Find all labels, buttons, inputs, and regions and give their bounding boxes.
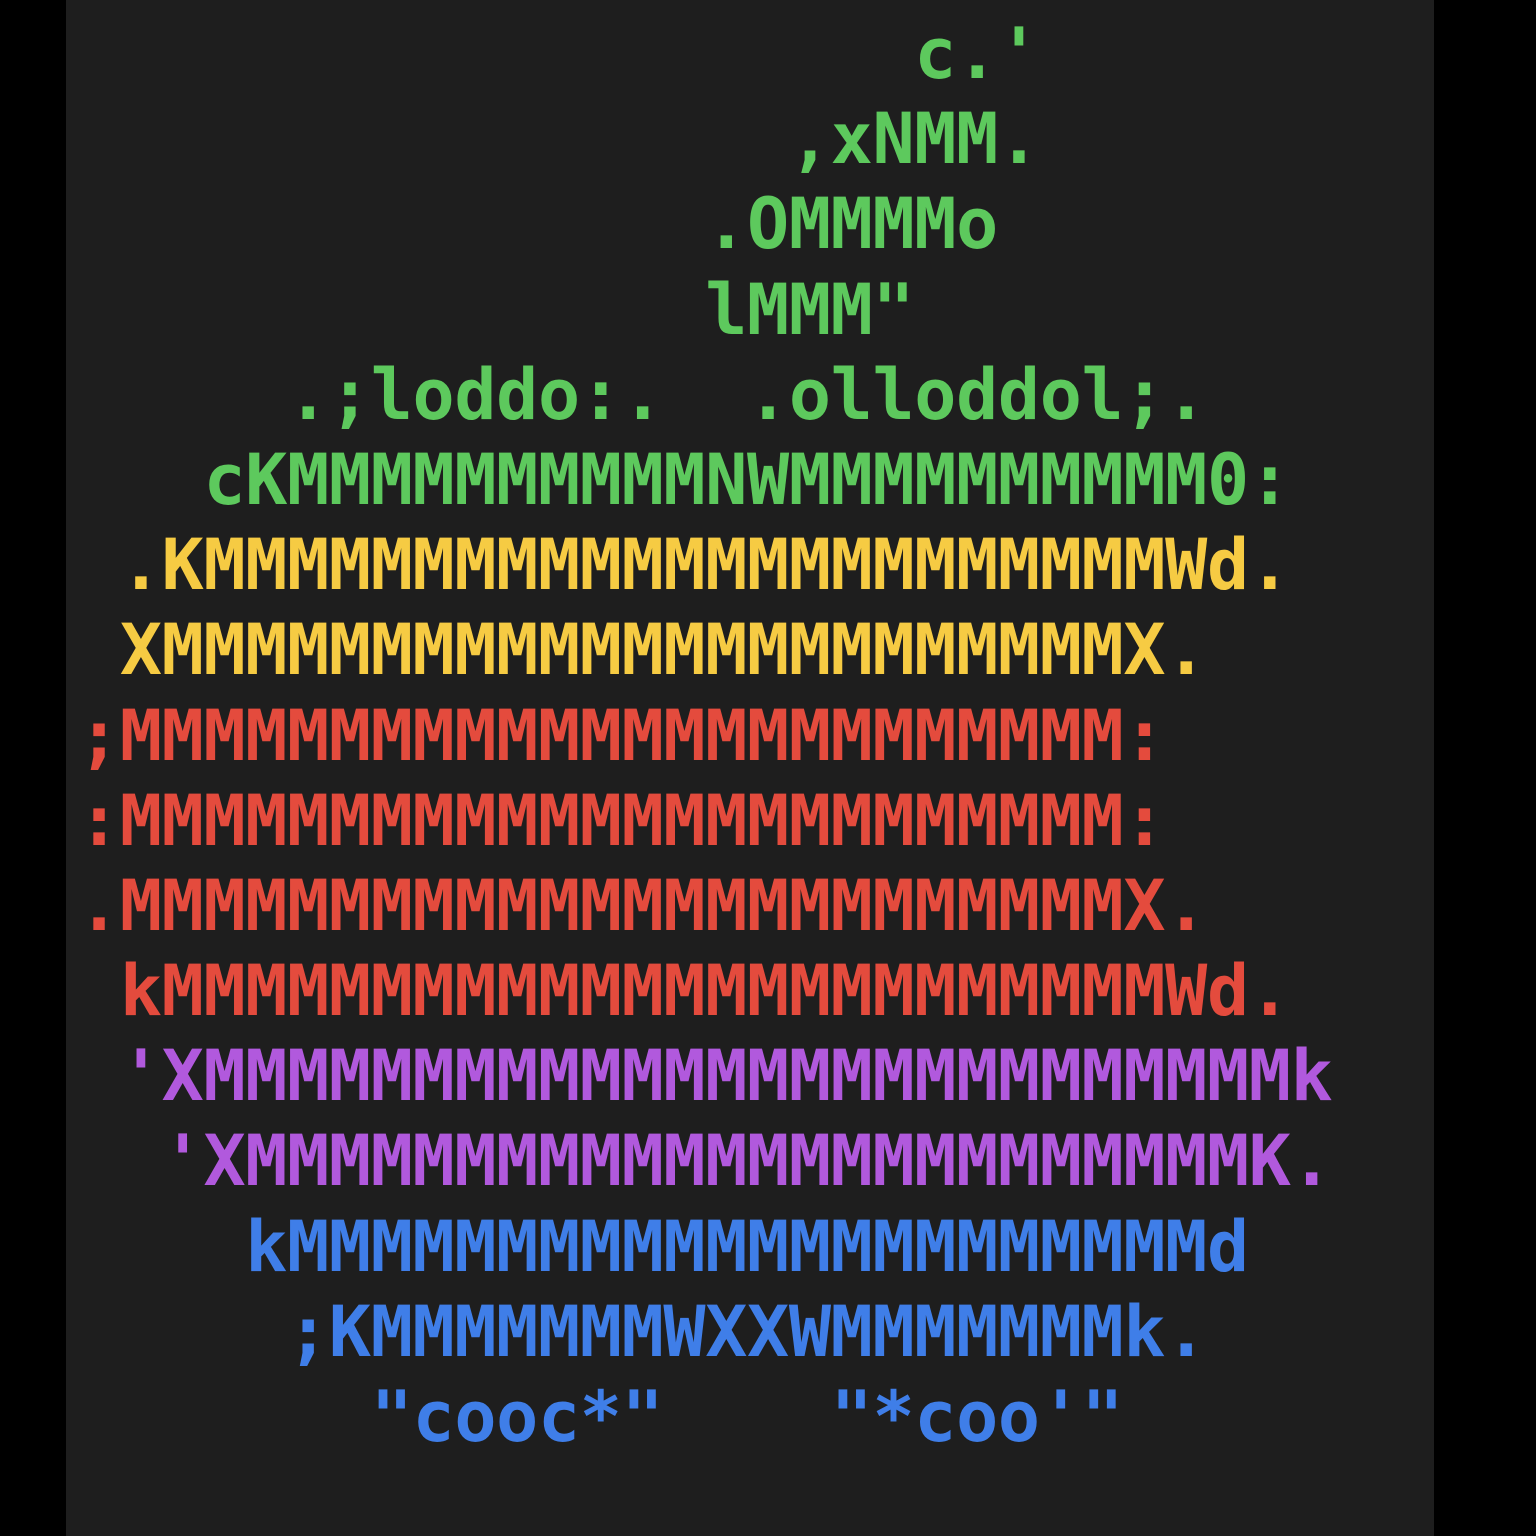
- ascii-line: XMMMMMMMMMMMMMMMMMMMMMMMX.: [78, 609, 1207, 692]
- terminal-window: c.' ,xNMM. .OMMMMo lMMM" .;loddo:. .ollo…: [66, 0, 1434, 1536]
- ascii-line: .KMMMMMMMMMMMMMMMMMMMMMMMWd.: [78, 524, 1291, 607]
- ascii-line: cKMMMMMMMMMMNWMMMMMMMMMM0:: [78, 438, 1291, 521]
- ascii-line: kMMMMMMMMMMMMMMMMMMMMMMd: [78, 1205, 1249, 1288]
- ascii-line: c.': [78, 13, 1040, 95]
- ascii-line: 'XMMMMMMMMMMMMMMMMMMMMMMMMK.: [78, 1120, 1333, 1203]
- ascii-line: kMMMMMMMMMMMMMMMMMMMMMMMMWd.: [78, 950, 1291, 1033]
- ascii-line: .MMMMMMMMMMMMMMMMMMMMMMMMX.: [78, 864, 1207, 947]
- ascii-line: :MMMMMMMMMMMMMMMMMMMMMMMM:: [78, 779, 1166, 862]
- ascii-line: ;KMMMMMMMWXXWMMMMMMMk.: [78, 1290, 1207, 1373]
- ascii-line: ,xNMM.: [78, 98, 1040, 181]
- ascii-line: lMMM": [78, 268, 915, 351]
- ascii-line: ;MMMMMMMMMMMMMMMMMMMMMMMM:: [78, 694, 1166, 777]
- ascii-line: 'XMMMMMMMMMMMMMMMMMMMMMMMMMMk: [78, 1035, 1333, 1118]
- ascii-line: "cooc*" "*coo'": [78, 1376, 1124, 1458]
- ascii-line: .OMMMMo: [78, 183, 998, 266]
- ascii-line: .;loddo:. .olloddol;.: [78, 353, 1207, 436]
- apple-logo-ascii-art: c.' ,xNMM. .OMMMMo lMMM" .;loddo:. .ollo…: [78, 12, 1333, 1460]
